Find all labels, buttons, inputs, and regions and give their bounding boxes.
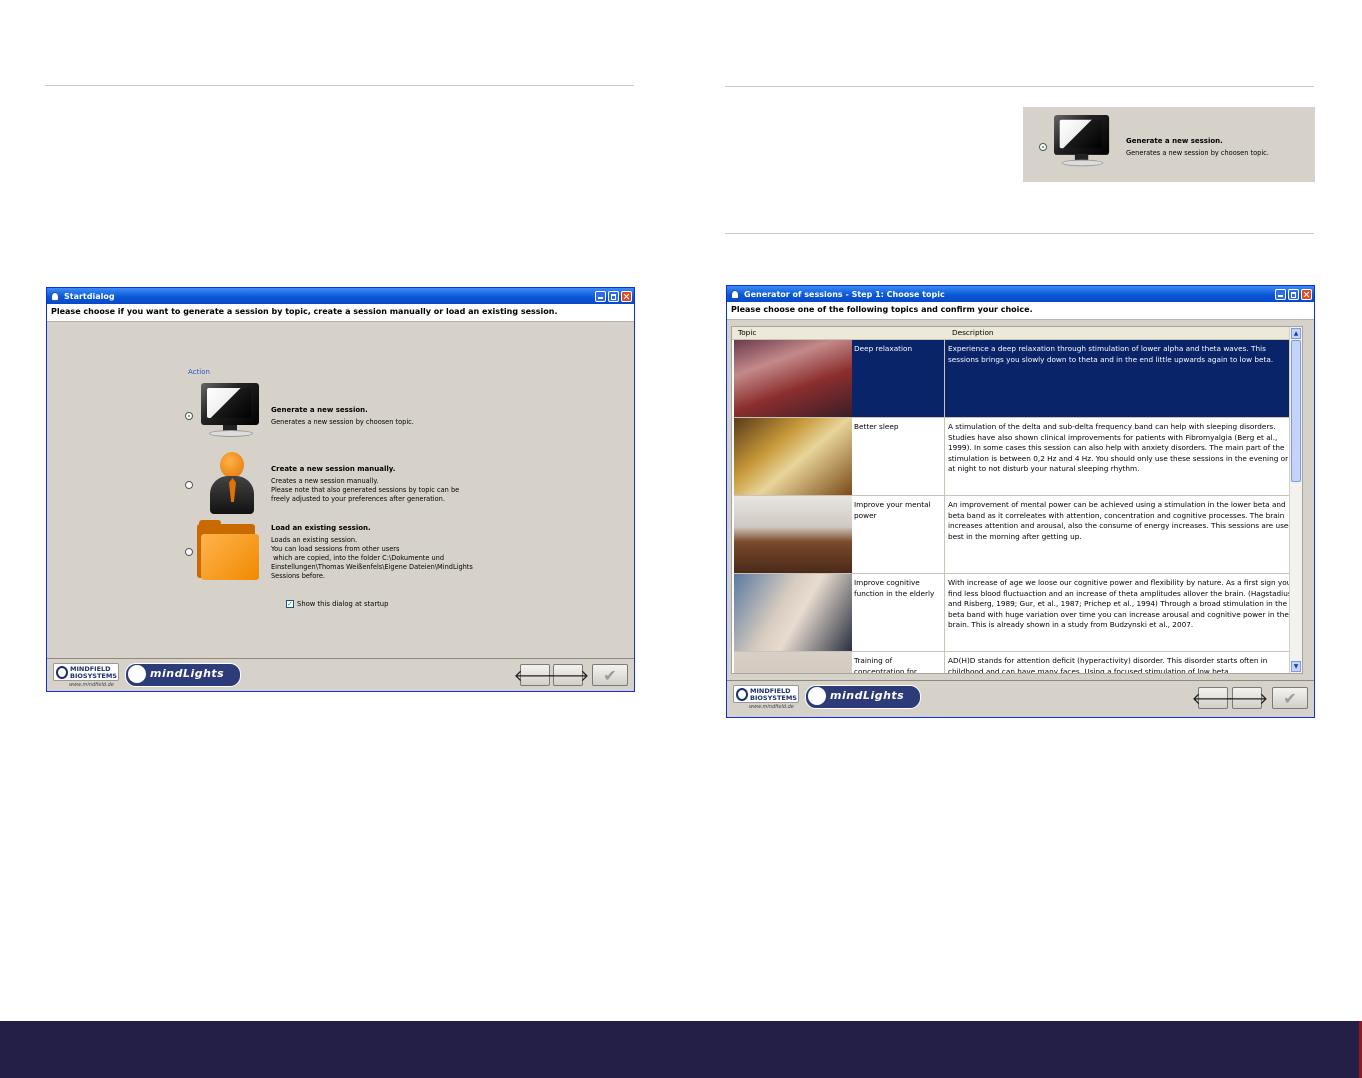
monitor-icon: [201, 383, 259, 437]
arrow-right-icon: 🡒: [546, 666, 590, 685]
generator-titlebar[interactable]: Generator of sessions - Step 1: Choose t…: [727, 286, 1314, 302]
maximize-button[interactable]: [608, 290, 619, 302]
generate-session-desc: Generates a new session by choosen topic…: [271, 418, 414, 426]
divider-right-middle: [725, 233, 1314, 234]
child-photo: [734, 652, 852, 673]
mindfield-logo: MINDFIELD BIOSYSTEMS: [53, 663, 119, 681]
person-icon: [207, 452, 257, 516]
generate-session-title: Generate a new session.: [271, 406, 368, 414]
column-header-topic[interactable]: Topic: [738, 328, 756, 337]
generator-title: Generator of sessions - Step 1: Choose t…: [744, 289, 945, 299]
brand-bar: MINDFIELD BIOSYSTEMS www.mindfield.de mi…: [47, 658, 634, 691]
description-cell: With increase of age we loose our cognit…: [948, 578, 1292, 629]
generator-window: Generator of sessions - Step 1: Choose t…: [726, 285, 1315, 718]
load-session-title: Load an existing session.: [271, 524, 371, 532]
action-group-label: Action: [188, 368, 210, 376]
table-row[interactable]: Better sleep A stimulation of the delta …: [734, 418, 1300, 496]
mindlights-logo: mindLights: [805, 685, 921, 709]
minimize-button[interactable]: [1275, 288, 1286, 300]
mindfield-logo-line2: BIOSYSTEMS: [70, 672, 117, 680]
mindlights-logo-text: mindLights: [830, 689, 905, 702]
column-header-description[interactable]: Description: [952, 328, 994, 337]
scroll-down-arrow-icon[interactable]: ▼: [1291, 661, 1301, 672]
confirm-button[interactable]: ✔: [592, 664, 628, 686]
elderly-woman-photo: [734, 574, 852, 651]
table-header: Topic Description: [732, 327, 1302, 340]
load-session-desc: Loads an existing session. You can load …: [271, 536, 473, 580]
divider-left-top: [45, 85, 634, 86]
mindfield-logo: MINDFIELD BIOSYSTEMS: [733, 685, 799, 703]
page-footer-band: [0, 1021, 1362, 1078]
close-button[interactable]: [1301, 288, 1312, 300]
head-icon: [736, 688, 748, 701]
create-manual-title: Create a new session manually.: [271, 465, 396, 473]
table-row[interactable]: Improve cognitive function in the elderl…: [734, 574, 1300, 652]
mindfield-logo-line2: BIOSYSTEMS: [750, 694, 797, 702]
confirm-button[interactable]: ✔: [1272, 687, 1308, 709]
topic-cell: Deep relaxation: [854, 344, 913, 353]
show-at-startup-checkbox[interactable]: ✓: [286, 600, 294, 608]
checkmark-icon: ✔: [1283, 688, 1297, 708]
description-cell: Experience a deep relaxation through sti…: [948, 344, 1274, 364]
description-cell: An improvement of mental power can be ac…: [948, 500, 1294, 541]
topic-cell: Improve your mental power: [854, 500, 931, 520]
generate-session-radio-preview[interactable]: [1039, 143, 1047, 151]
table-row[interactable]: Training of concentration for AD(H)D sta…: [734, 652, 1300, 674]
scroll-thumb[interactable]: [1291, 340, 1301, 482]
app-icon: [51, 291, 59, 301]
show-at-startup-label: Show this dialog at startup: [297, 600, 389, 608]
preview-desc: Generates a new session by choosen topic…: [1126, 149, 1269, 157]
table-row[interactable]: Deep relaxation Experience a deep relaxa…: [734, 340, 1300, 418]
topic-cell: Better sleep: [854, 422, 899, 431]
mindlights-logo: mindLights: [125, 663, 241, 687]
table-row[interactable]: Improve your mental power An improvement…: [734, 496, 1300, 574]
monitor-icon: [1054, 115, 1110, 167]
table-scrollbar[interactable]: ▲ ▼: [1289, 327, 1302, 673]
topic-cell: Training of concentration for: [854, 656, 917, 674]
mindfield-url: www.mindfield.de: [749, 704, 794, 710]
brand-bar: MINDFIELD BIOSYSTEMS www.mindfield.de mi…: [727, 680, 1314, 717]
mindlights-logo-text: mindLights: [150, 667, 225, 680]
start-dialog-titlebar[interactable]: Startdialog: [47, 288, 634, 304]
start-dialog-title: Startdialog: [64, 291, 115, 301]
app-icon: [731, 289, 739, 299]
create-manual-radio[interactable]: [185, 481, 193, 489]
maximize-button[interactable]: [1288, 288, 1299, 300]
load-session-radio[interactable]: [185, 548, 193, 556]
topic-cell: Improve cognitive function in the elderl…: [854, 578, 935, 598]
back-button[interactable]: 🡐: [1192, 687, 1234, 709]
mindfield-url: www.mindfield.de: [69, 682, 114, 688]
topic-table[interactable]: Topic Description Deep relaxation Experi…: [731, 326, 1303, 674]
arrow-right-icon: 🡒: [1225, 689, 1269, 708]
divider-right-top: [725, 86, 1314, 87]
next-button[interactable]: 🡒: [547, 664, 589, 686]
start-dialog-prompt: Please choose if you want to generate a …: [47, 304, 634, 322]
close-button[interactable]: [621, 290, 632, 302]
head-icon: [128, 665, 146, 683]
create-manual-desc: Creates a new session manually. Please n…: [271, 477, 460, 503]
head-icon: [56, 666, 68, 679]
generator-prompt: Please choose one of the following topic…: [727, 302, 1314, 320]
start-dialog-window: Startdialog Please choose if you want to…: [46, 287, 635, 692]
description-cell: AD(H)D stands for attention deficit (hyp…: [948, 656, 1268, 674]
preview-title: Generate a new session.: [1126, 137, 1223, 145]
option-preview-card: Generate a new session. Generates a new …: [1023, 107, 1315, 182]
back-button[interactable]: 🡐: [514, 664, 556, 686]
scroll-up-arrow-icon[interactable]: ▲: [1291, 328, 1301, 339]
description-cell: A stimulation of the delta and sub-delta…: [948, 422, 1289, 473]
relaxation-photo: [734, 340, 852, 417]
generate-session-radio[interactable]: [185, 412, 193, 420]
runners-photo: [734, 496, 852, 573]
sleep-photo: [734, 418, 852, 495]
checkmark-icon: ✔: [603, 665, 617, 685]
head-icon: [808, 687, 826, 705]
next-button[interactable]: 🡒: [1226, 687, 1268, 709]
folder-icon: [197, 520, 259, 582]
minimize-button[interactable]: [595, 290, 606, 302]
